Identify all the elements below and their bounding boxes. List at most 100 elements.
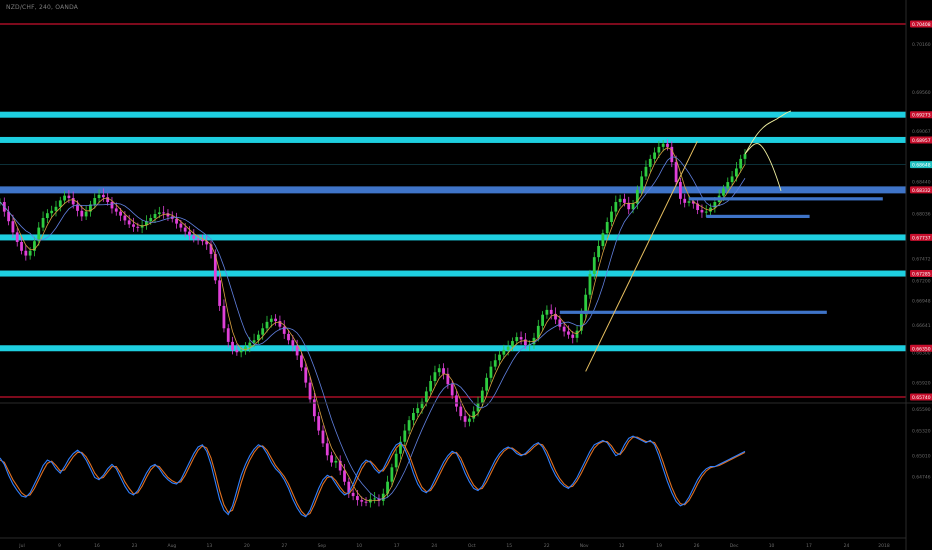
candle-body — [631, 203, 635, 210]
candle-body — [261, 328, 265, 335]
candle-body — [679, 182, 682, 199]
candles-layer — [0, 139, 747, 508]
candle-body — [601, 233, 605, 246]
candle-body — [183, 227, 187, 232]
candle-body — [196, 238, 200, 240]
candle-body — [63, 195, 66, 201]
support-segment — [706, 214, 810, 219]
candle-body — [269, 318, 273, 322]
candle-body — [455, 395, 458, 407]
x-tick-label: 23 — [132, 543, 138, 549]
candle-body — [80, 210, 84, 217]
oscillator-layer — [0, 435, 746, 518]
x-tick-label: 24 — [844, 543, 850, 549]
candle-body — [334, 460, 338, 463]
candle-body — [58, 200, 62, 207]
x-tick-label: Dec — [730, 543, 739, 549]
candle-body — [239, 350, 243, 353]
price-tick-label: 0.65010 — [912, 453, 931, 459]
candle-body — [485, 377, 489, 391]
candle-body — [687, 201, 691, 203]
candle-body — [317, 416, 321, 431]
candle-body — [424, 391, 428, 402]
candle-body — [119, 211, 122, 216]
candle-body — [640, 176, 644, 191]
candle-body — [592, 257, 596, 274]
candle-body — [101, 194, 105, 198]
candle-body — [489, 366, 493, 378]
level-tag-label: 0.67285 — [912, 272, 931, 278]
candle-body — [295, 345, 299, 356]
candle-body — [506, 346, 510, 350]
candle-body — [515, 337, 519, 342]
candle-body — [11, 221, 15, 233]
candle-body — [588, 273, 592, 295]
x-tick-label: 10 — [356, 543, 362, 549]
candle-body — [231, 341, 234, 350]
candle-body — [127, 220, 131, 225]
x-tick-label: Jul — [18, 543, 24, 549]
candle-body — [226, 328, 230, 342]
candle-body — [321, 430, 325, 444]
candle-body — [623, 198, 626, 203]
candle-body — [700, 210, 704, 213]
x-tick-label: 19 — [656, 543, 662, 549]
price-chart[interactable]: 0.70160 0.69560 0.69067 0.68440 0.68036 0.677… — [0, 0, 932, 550]
price-tick-label: 0.68036 — [912, 212, 931, 218]
level-tag-label: 0.68957 — [912, 138, 931, 144]
candle-body — [730, 176, 734, 183]
candle-body — [390, 467, 394, 482]
candle-body — [149, 218, 153, 222]
candle-body — [648, 158, 652, 167]
x-tick-label: 10 — [769, 543, 775, 549]
candle-body — [403, 430, 407, 442]
cyan-level-line — [0, 111, 906, 118]
candle-body — [734, 168, 738, 177]
x-tick-label: Nov — [580, 543, 589, 549]
candle-body — [351, 492, 355, 497]
candle-body — [50, 210, 54, 214]
price-tick-label: 0.67472 — [912, 257, 931, 263]
x-tick-label: Sep — [318, 543, 327, 549]
candle-body — [739, 158, 743, 169]
candle-body — [153, 214, 157, 219]
candle-body — [97, 194, 101, 199]
candle-body — [37, 227, 41, 242]
candle-body — [325, 443, 329, 456]
support-segment — [689, 197, 883, 201]
candle-body — [179, 223, 183, 228]
candle-body — [549, 309, 553, 314]
candle-body — [248, 342, 252, 347]
candle-body — [256, 334, 260, 341]
candle-body — [162, 212, 166, 214]
x-tick-label: 17 — [394, 543, 400, 549]
candle-body — [252, 340, 256, 343]
candle-body — [450, 384, 454, 396]
candle-body — [472, 411, 476, 419]
level-tag-label: 0.66350 — [912, 346, 931, 352]
candle-body — [110, 202, 114, 209]
level-tag-label: 0.69273 — [912, 113, 931, 119]
candle-body — [657, 146, 661, 153]
price-tick-label: 0.69560 — [912, 90, 931, 96]
cyan-level-line — [0, 136, 906, 143]
x-tick-label: 20 — [244, 543, 250, 549]
candle-body — [666, 143, 669, 147]
x-tick-label: Oct — [468, 543, 476, 549]
candle-body — [265, 321, 269, 329]
candle-body — [605, 222, 609, 234]
price-tick-label: 0.66948 — [912, 298, 931, 304]
price-tick-label: 0.66641 — [912, 323, 931, 329]
candle-body — [442, 368, 445, 374]
oscillator-k-line — [0, 435, 746, 518]
candle-body — [20, 241, 23, 251]
candle-body — [24, 250, 28, 256]
candle-body — [54, 206, 58, 211]
candle-body — [433, 372, 437, 382]
candle-body — [412, 412, 415, 421]
candle-body — [41, 218, 45, 228]
price-tick-label: 0.64746 — [912, 474, 931, 480]
candle-body — [308, 382, 312, 400]
candle-body — [467, 418, 471, 422]
x-tick-label: 9 — [58, 543, 61, 549]
